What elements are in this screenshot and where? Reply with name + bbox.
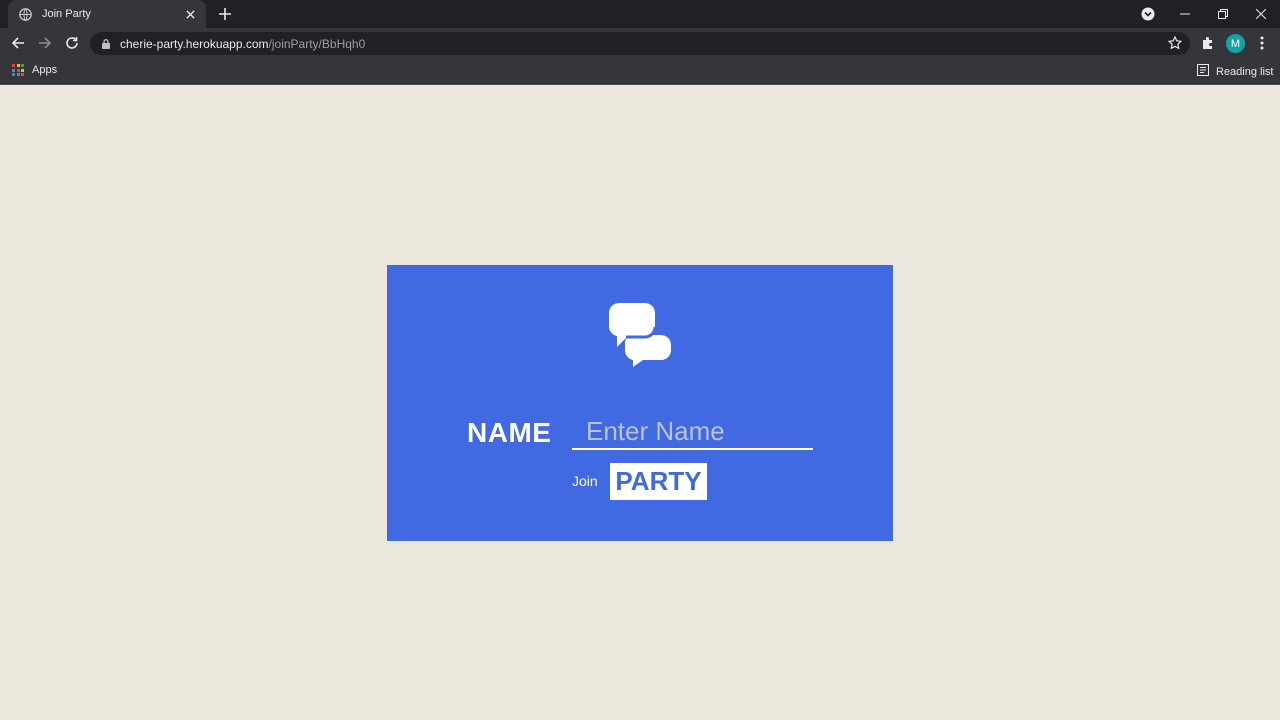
- reload-icon[interactable]: [61, 32, 83, 54]
- apps-label: Apps: [32, 64, 58, 76]
- back-arrow-icon[interactable]: [7, 32, 29, 54]
- url-host: cherie-party.herokuapp.com: [120, 36, 269, 51]
- lock-icon: [102, 38, 112, 50]
- join-label: Join: [572, 473, 598, 489]
- reading-list-label: Reading list: [1216, 66, 1274, 78]
- tab-search-button[interactable]: [1138, 0, 1158, 28]
- name-input[interactable]: [572, 415, 813, 450]
- reading-list-button[interactable]: Reading list: [1197, 63, 1273, 81]
- profile-avatar[interactable]: M: [1226, 34, 1245, 53]
- apps-shortcut[interactable]: Apps: [12, 64, 57, 76]
- close-window-button[interactable]: [1248, 0, 1274, 28]
- forward-arrow-icon[interactable]: [34, 32, 56, 54]
- tab-strip: Join Party: [0, 0, 1280, 28]
- new-tab-button[interactable]: [215, 4, 235, 24]
- url-text: cherie-party.herokuapp.com/joinParty/BbH…: [120, 37, 365, 51]
- name-label: NAME: [467, 417, 552, 448]
- tab-join-party[interactable]: Join Party: [8, 0, 206, 28]
- minimize-button[interactable]: [1172, 0, 1198, 28]
- bookmarks-bar: [0, 58, 1280, 85]
- address-bar[interactable]: cherie-party.herokuapp.com/joinParty/BbH…: [90, 32, 1190, 55]
- extensions-puzzle-icon[interactable]: [1198, 33, 1218, 53]
- url-path: /joinParty/BbHqh0: [268, 36, 366, 51]
- more-menu-icon[interactable]: [1254, 33, 1270, 53]
- reading-list-icon: [1197, 63, 1209, 81]
- join-party-card: NAME Join PARTY: [387, 265, 893, 541]
- globe-icon: [18, 7, 32, 21]
- restore-button[interactable]: [1210, 0, 1236, 28]
- bookmark-star-icon[interactable]: [1165, 33, 1185, 53]
- tab-title: Join Party: [42, 8, 91, 20]
- close-tab-icon[interactable]: [182, 6, 198, 22]
- join-party-button[interactable]: PARTY: [610, 463, 707, 500]
- apps-grid-icon: [12, 64, 24, 76]
- chat-bubbles-icon: [609, 303, 671, 367]
